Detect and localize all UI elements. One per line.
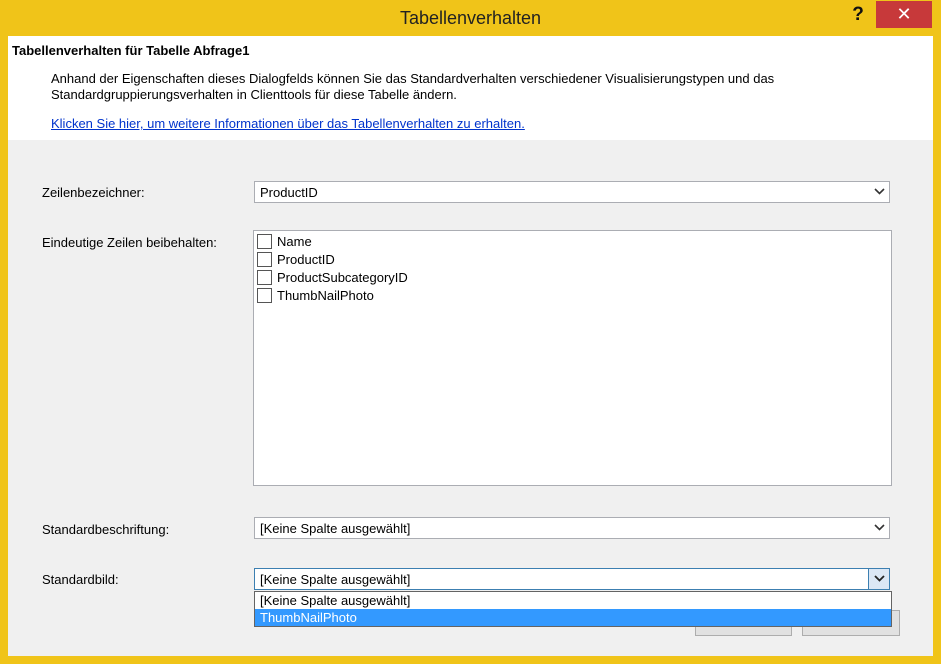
unique-rows-label: Eindeutige Zeilen beibehalten: bbox=[42, 235, 217, 250]
close-button[interactable]: ✕ bbox=[876, 1, 932, 28]
checkbox-icon[interactable] bbox=[257, 252, 272, 267]
header-title: Tabellenverhalten für Tabelle Abfrage1 bbox=[12, 43, 250, 58]
header-panel: Tabellenverhalten für Tabelle Abfrage1 A… bbox=[8, 36, 933, 140]
default-image-combo[interactable]: [Keine Spalte ausgewählt] bbox=[254, 568, 890, 590]
row-identifier-combo[interactable]: ProductID bbox=[254, 181, 890, 203]
checkbox-icon[interactable] bbox=[257, 288, 272, 303]
checkbox-icon[interactable] bbox=[257, 234, 272, 249]
checkbox-icon[interactable] bbox=[257, 270, 272, 285]
help-link[interactable]: Klicken Sie hier, um weitere Information… bbox=[51, 116, 525, 131]
chevron-down-icon[interactable] bbox=[868, 569, 889, 589]
unique-rows-listbox[interactable]: Name ProductID ProductSubcategoryID Thum… bbox=[253, 230, 892, 486]
default-label-label: Standardbeschriftung: bbox=[42, 522, 170, 537]
list-item-label: ProductSubcategoryID bbox=[277, 270, 408, 285]
default-label-value: [Keine Spalte ausgewählt] bbox=[260, 521, 411, 536]
row-identifier-value: ProductID bbox=[260, 185, 318, 200]
chevron-down-icon[interactable] bbox=[869, 182, 889, 202]
window-title: Tabellenverhalten bbox=[399, 8, 542, 28]
header-description: Anhand der Eigenschaften dieses Dialogfe… bbox=[51, 71, 775, 102]
dropdown-option[interactable]: [Keine Spalte ausgewählt] bbox=[255, 592, 891, 609]
dialog-client-area: Tabellenverhalten für Tabelle Abfrage1 A… bbox=[8, 36, 933, 656]
default-image-label: Standardbild: bbox=[42, 572, 119, 587]
help-button[interactable]: ? bbox=[843, 2, 873, 28]
default-image-dropdown-list[interactable]: [Keine Spalte ausgewählt] ThumbNailPhoto bbox=[254, 591, 892, 627]
list-item-label: Name bbox=[277, 234, 312, 249]
default-image-value: [Keine Spalte ausgewählt] bbox=[260, 572, 411, 587]
list-item-label: ThumbNailPhoto bbox=[277, 288, 374, 303]
chevron-down-icon[interactable] bbox=[869, 518, 889, 538]
list-item-label: ProductID bbox=[277, 252, 335, 267]
default-label-combo[interactable]: [Keine Spalte ausgewählt] bbox=[254, 517, 890, 539]
dropdown-option-highlighted[interactable]: ThumbNailPhoto bbox=[255, 609, 891, 626]
dialog-window: Tabellenverhalten ? ✕ Tabellenverhalten … bbox=[0, 0, 941, 664]
row-identifier-label: Zeilenbezeichner: bbox=[42, 185, 145, 200]
title-bar[interactable]: Tabellenverhalten ? ✕ bbox=[0, 0, 941, 36]
